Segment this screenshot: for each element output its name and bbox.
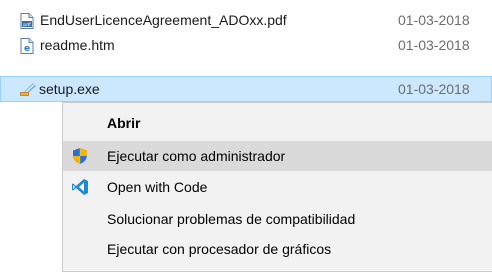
menu-item-run-with-graphics-processor[interactable]: Ejecutar con procesador de gráficos [63,234,492,264]
file-row-pdf[interactable]: pdf EndUserLicenceAgreement_ADOxx.pdf 01… [0,9,492,33]
menu-item-label: Solucionar problemas de compatibilidad [107,211,356,227]
menu-item-label: Abrir [107,115,141,131]
uac-shield-icon [71,147,89,165]
svg-text:pdf: pdf [23,22,31,28]
file-date: 01-03-2018 [398,81,470,97]
menu-item-label: Ejecutar como administrador [107,148,286,164]
file-name: EndUserLicenceAgreement_ADOxx.pdf [40,12,287,28]
html-file-icon: e [20,38,34,54]
file-row-setup-selected[interactable]: setup.exe 01-03-2018 [0,76,492,102]
menu-item-label: Ejecutar con procesador de gráficos [107,241,332,257]
file-row-htm[interactable]: e readme.htm 01-03-2018 [0,34,492,58]
file-name: setup.exe [39,81,100,97]
context-menu: Abrir Ejecutar como administrador Open w… [62,102,492,272]
menu-item-open-with-code[interactable]: Open with Code [63,172,492,202]
installer-file-icon [19,81,37,97]
menu-item-label: Open with Code [107,179,208,195]
menu-item-troubleshoot-compatibility[interactable]: Solucionar problemas de compatibilidad [63,204,492,234]
file-date: 01-03-2018 [398,37,470,53]
pdf-file-icon: pdf [20,13,34,29]
vscode-icon [71,178,89,196]
menu-item-run-as-admin[interactable]: Ejecutar como administrador [63,141,492,171]
file-name: readme.htm [40,37,115,53]
file-date: 01-03-2018 [398,12,470,28]
svg-text:e: e [24,44,30,54]
menu-item-open[interactable]: Abrir [63,108,492,138]
